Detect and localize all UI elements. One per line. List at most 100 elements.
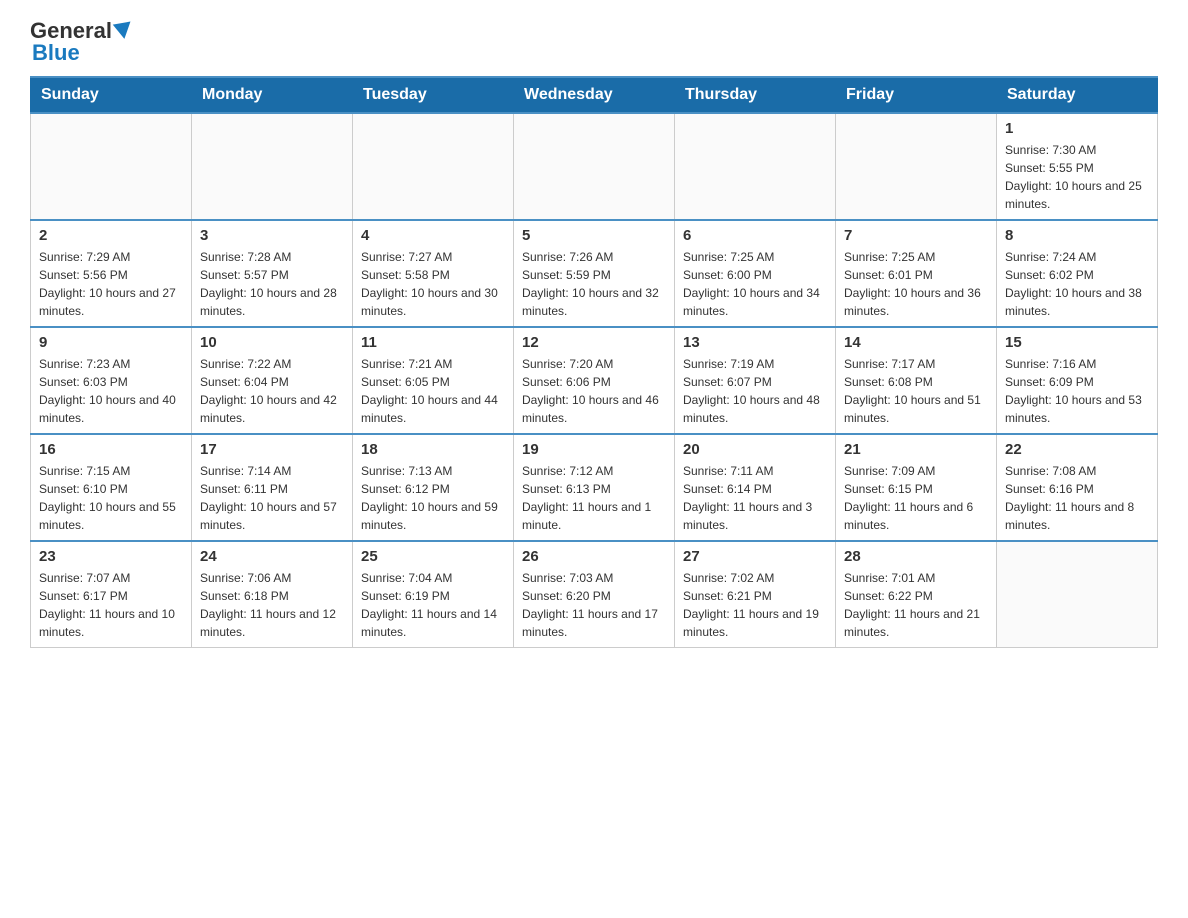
calendar-cell-w5-d5: 28 Sunrise: 7:01 AM Sunset: 6:22 PM Dayli… [836, 541, 997, 648]
calendar-week-5: 23 Sunrise: 7:07 AM Sunset: 6:17 PM Dayli… [31, 541, 1158, 648]
page-header: General Blue [30, 20, 1158, 66]
day-info: Sunrise: 7:12 AM Sunset: 6:13 PM Dayligh… [522, 462, 666, 534]
day-info: Sunrise: 7:11 AM Sunset: 6:14 PM Dayligh… [683, 462, 827, 534]
calendar-cell-w3-d3: 12 Sunrise: 7:20 AM Sunset: 6:06 PM Dayli… [514, 327, 675, 434]
day-info: Sunrise: 7:26 AM Sunset: 5:59 PM Dayligh… [522, 248, 666, 320]
day-number: 19 [522, 441, 666, 458]
day-info: Sunrise: 7:03 AM Sunset: 6:20 PM Dayligh… [522, 569, 666, 641]
day-number: 3 [200, 227, 344, 244]
calendar-week-3: 9Sunrise: 7:23 AM Sunset: 6:03 PM Daylig… [31, 327, 1158, 434]
calendar-cell-w2-d0: 2Sunrise: 7:29 AM Sunset: 5:56 PM Daylig… [31, 220, 192, 327]
day-info: Sunrise: 7:22 AM Sunset: 6:04 PM Dayligh… [200, 355, 344, 427]
calendar-cell-w3-d5: 14 Sunrise: 7:17 AM Sunset: 6:08 PM Dayli… [836, 327, 997, 434]
day-info: Sunrise: 7:09 AM Sunset: 6:15 PM Dayligh… [844, 462, 988, 534]
header-thursday: Thursday [675, 77, 836, 113]
calendar-cell-w1-d5 [836, 113, 997, 220]
day-number: 15 [1005, 334, 1149, 351]
day-number: 23 [39, 548, 183, 565]
day-number: 28 [844, 548, 988, 565]
calendar-cell-w5-d3: 26 Sunrise: 7:03 AM Sunset: 6:20 PM Dayli… [514, 541, 675, 648]
day-number: 17 [200, 441, 344, 458]
day-number: 14 [844, 334, 988, 351]
calendar-cell-w4-d1: 17 Sunrise: 7:14 AM Sunset: 6:11 PM Dayli… [192, 434, 353, 541]
day-info: Sunrise: 7:24 AM Sunset: 6:02 PM Dayligh… [1005, 248, 1149, 320]
calendar-cell-w5-d0: 23 Sunrise: 7:07 AM Sunset: 6:17 PM Dayli… [31, 541, 192, 648]
day-number: 11 [361, 334, 505, 351]
calendar-cell-w1-d4 [675, 113, 836, 220]
calendar-cell-w2-d4: 6 Sunrise: 7:25 AM Sunset: 6:00 PM Daylig… [675, 220, 836, 327]
day-info: Sunrise: 7:15 AM Sunset: 6:10 PM Dayligh… [39, 462, 183, 534]
day-info: Sunrise: 7:01 AM Sunset: 6:22 PM Dayligh… [844, 569, 988, 641]
header-monday: Monday [192, 77, 353, 113]
calendar-cell-w3-d4: 13 Sunrise: 7:19 AM Sunset: 6:07 PM Dayli… [675, 327, 836, 434]
day-number: 1 [1005, 120, 1149, 137]
day-number: 12 [522, 334, 666, 351]
day-info: Sunrise: 7:20 AM Sunset: 6:06 PM Dayligh… [522, 355, 666, 427]
day-info: Sunrise: 7:08 AM Sunset: 6:16 PM Dayligh… [1005, 462, 1149, 534]
calendar-header-row: SundayMondayTuesdayWednesdayThursdayFrid… [31, 77, 1158, 113]
day-number: 27 [683, 548, 827, 565]
day-info: Sunrise: 7:23 AM Sunset: 6:03 PM Dayligh… [39, 355, 183, 427]
day-number: 21 [844, 441, 988, 458]
calendar-cell-w2-d3: 5Sunrise: 7:26 AM Sunset: 5:59 PM Daylig… [514, 220, 675, 327]
logo-general-part: General [30, 20, 112, 42]
calendar-cell-w4-d6: 22 Sunrise: 7:08 AM Sunset: 6:16 PM Dayli… [997, 434, 1158, 541]
day-number: 25 [361, 548, 505, 565]
day-number: 4 [361, 227, 505, 244]
logo: General Blue [30, 20, 132, 66]
calendar-cell-w3-d1: 10 Sunrise: 7:22 AM Sunset: 6:04 PM Dayli… [192, 327, 353, 434]
day-info: Sunrise: 7:19 AM Sunset: 6:07 PM Dayligh… [683, 355, 827, 427]
day-number: 6 [683, 227, 827, 244]
day-number: 20 [683, 441, 827, 458]
calendar-cell-w1-d0 [31, 113, 192, 220]
calendar-cell-w1-d1 [192, 113, 353, 220]
day-info: Sunrise: 7:16 AM Sunset: 6:09 PM Dayligh… [1005, 355, 1149, 427]
calendar-cell-w2-d5: 7 Sunrise: 7:25 AM Sunset: 6:01 PM Daylig… [836, 220, 997, 327]
calendar-cell-w5-d4: 27 Sunrise: 7:02 AM Sunset: 6:21 PM Dayli… [675, 541, 836, 648]
calendar-cell-w3-d0: 9Sunrise: 7:23 AM Sunset: 6:03 PM Daylig… [31, 327, 192, 434]
calendar-cell-w4-d5: 21 Sunrise: 7:09 AM Sunset: 6:15 PM Dayli… [836, 434, 997, 541]
day-info: Sunrise: 7:14 AM Sunset: 6:11 PM Dayligh… [200, 462, 344, 534]
day-info: Sunrise: 7:28 AM Sunset: 5:57 PM Dayligh… [200, 248, 344, 320]
day-info: Sunrise: 7:13 AM Sunset: 6:12 PM Dayligh… [361, 462, 505, 534]
calendar-cell-w4-d0: 16 Sunrise: 7:15 AM Sunset: 6:10 PM Dayli… [31, 434, 192, 541]
calendar-cell-w4-d4: 20 Sunrise: 7:11 AM Sunset: 6:14 PM Dayli… [675, 434, 836, 541]
day-info: Sunrise: 7:04 AM Sunset: 6:19 PM Dayligh… [361, 569, 505, 641]
calendar-cell-w1-d3 [514, 113, 675, 220]
day-info: Sunrise: 7:21 AM Sunset: 6:05 PM Dayligh… [361, 355, 505, 427]
day-number: 16 [39, 441, 183, 458]
calendar-cell-w1-d2 [353, 113, 514, 220]
calendar-week-4: 16 Sunrise: 7:15 AM Sunset: 6:10 PM Dayli… [31, 434, 1158, 541]
day-info: Sunrise: 7:17 AM Sunset: 6:08 PM Dayligh… [844, 355, 988, 427]
calendar-cell-w4-d2: 18 Sunrise: 7:13 AM Sunset: 6:12 PM Dayli… [353, 434, 514, 541]
day-number: 24 [200, 548, 344, 565]
day-info: Sunrise: 7:27 AM Sunset: 5:58 PM Dayligh… [361, 248, 505, 320]
calendar-cell-w3-d2: 11 Sunrise: 7:21 AM Sunset: 6:05 PM Dayli… [353, 327, 514, 434]
calendar-table: SundayMondayTuesdayWednesdayThursdayFrid… [30, 76, 1158, 648]
day-info: Sunrise: 7:30 AM Sunset: 5:55 PM Dayligh… [1005, 141, 1149, 213]
calendar-cell-w2-d1: 3 Sunrise: 7:28 AM Sunset: 5:57 PM Daylig… [192, 220, 353, 327]
calendar-cell-w5-d6 [997, 541, 1158, 648]
logo-blue-part: Blue [32, 40, 80, 65]
day-number: 7 [844, 227, 988, 244]
calendar-cell-w5-d1: 24Sunrise: 7:06 AM Sunset: 6:18 PM Dayli… [192, 541, 353, 648]
logo-triangle-icon [113, 22, 134, 41]
day-info: Sunrise: 7:25 AM Sunset: 6:00 PM Dayligh… [683, 248, 827, 320]
header-sunday: Sunday [31, 77, 192, 113]
day-number: 13 [683, 334, 827, 351]
day-number: 10 [200, 334, 344, 351]
header-wednesday: Wednesday [514, 77, 675, 113]
day-number: 26 [522, 548, 666, 565]
calendar-cell-w2-d2: 4 Sunrise: 7:27 AM Sunset: 5:58 PM Daylig… [353, 220, 514, 327]
day-info: Sunrise: 7:25 AM Sunset: 6:01 PM Dayligh… [844, 248, 988, 320]
header-friday: Friday [836, 77, 997, 113]
day-number: 18 [361, 441, 505, 458]
day-number: 22 [1005, 441, 1149, 458]
calendar-week-1: 1 Sunrise: 7:30 AM Sunset: 5:55 PM Daylig… [31, 113, 1158, 220]
day-info: Sunrise: 7:07 AM Sunset: 6:17 PM Dayligh… [39, 569, 183, 641]
calendar-cell-w3-d6: 15 Sunrise: 7:16 AM Sunset: 6:09 PM Dayli… [997, 327, 1158, 434]
header-tuesday: Tuesday [353, 77, 514, 113]
day-info: Sunrise: 7:02 AM Sunset: 6:21 PM Dayligh… [683, 569, 827, 641]
calendar-cell-w2-d6: 8Sunrise: 7:24 AM Sunset: 6:02 PM Daylig… [997, 220, 1158, 327]
header-saturday: Saturday [997, 77, 1158, 113]
